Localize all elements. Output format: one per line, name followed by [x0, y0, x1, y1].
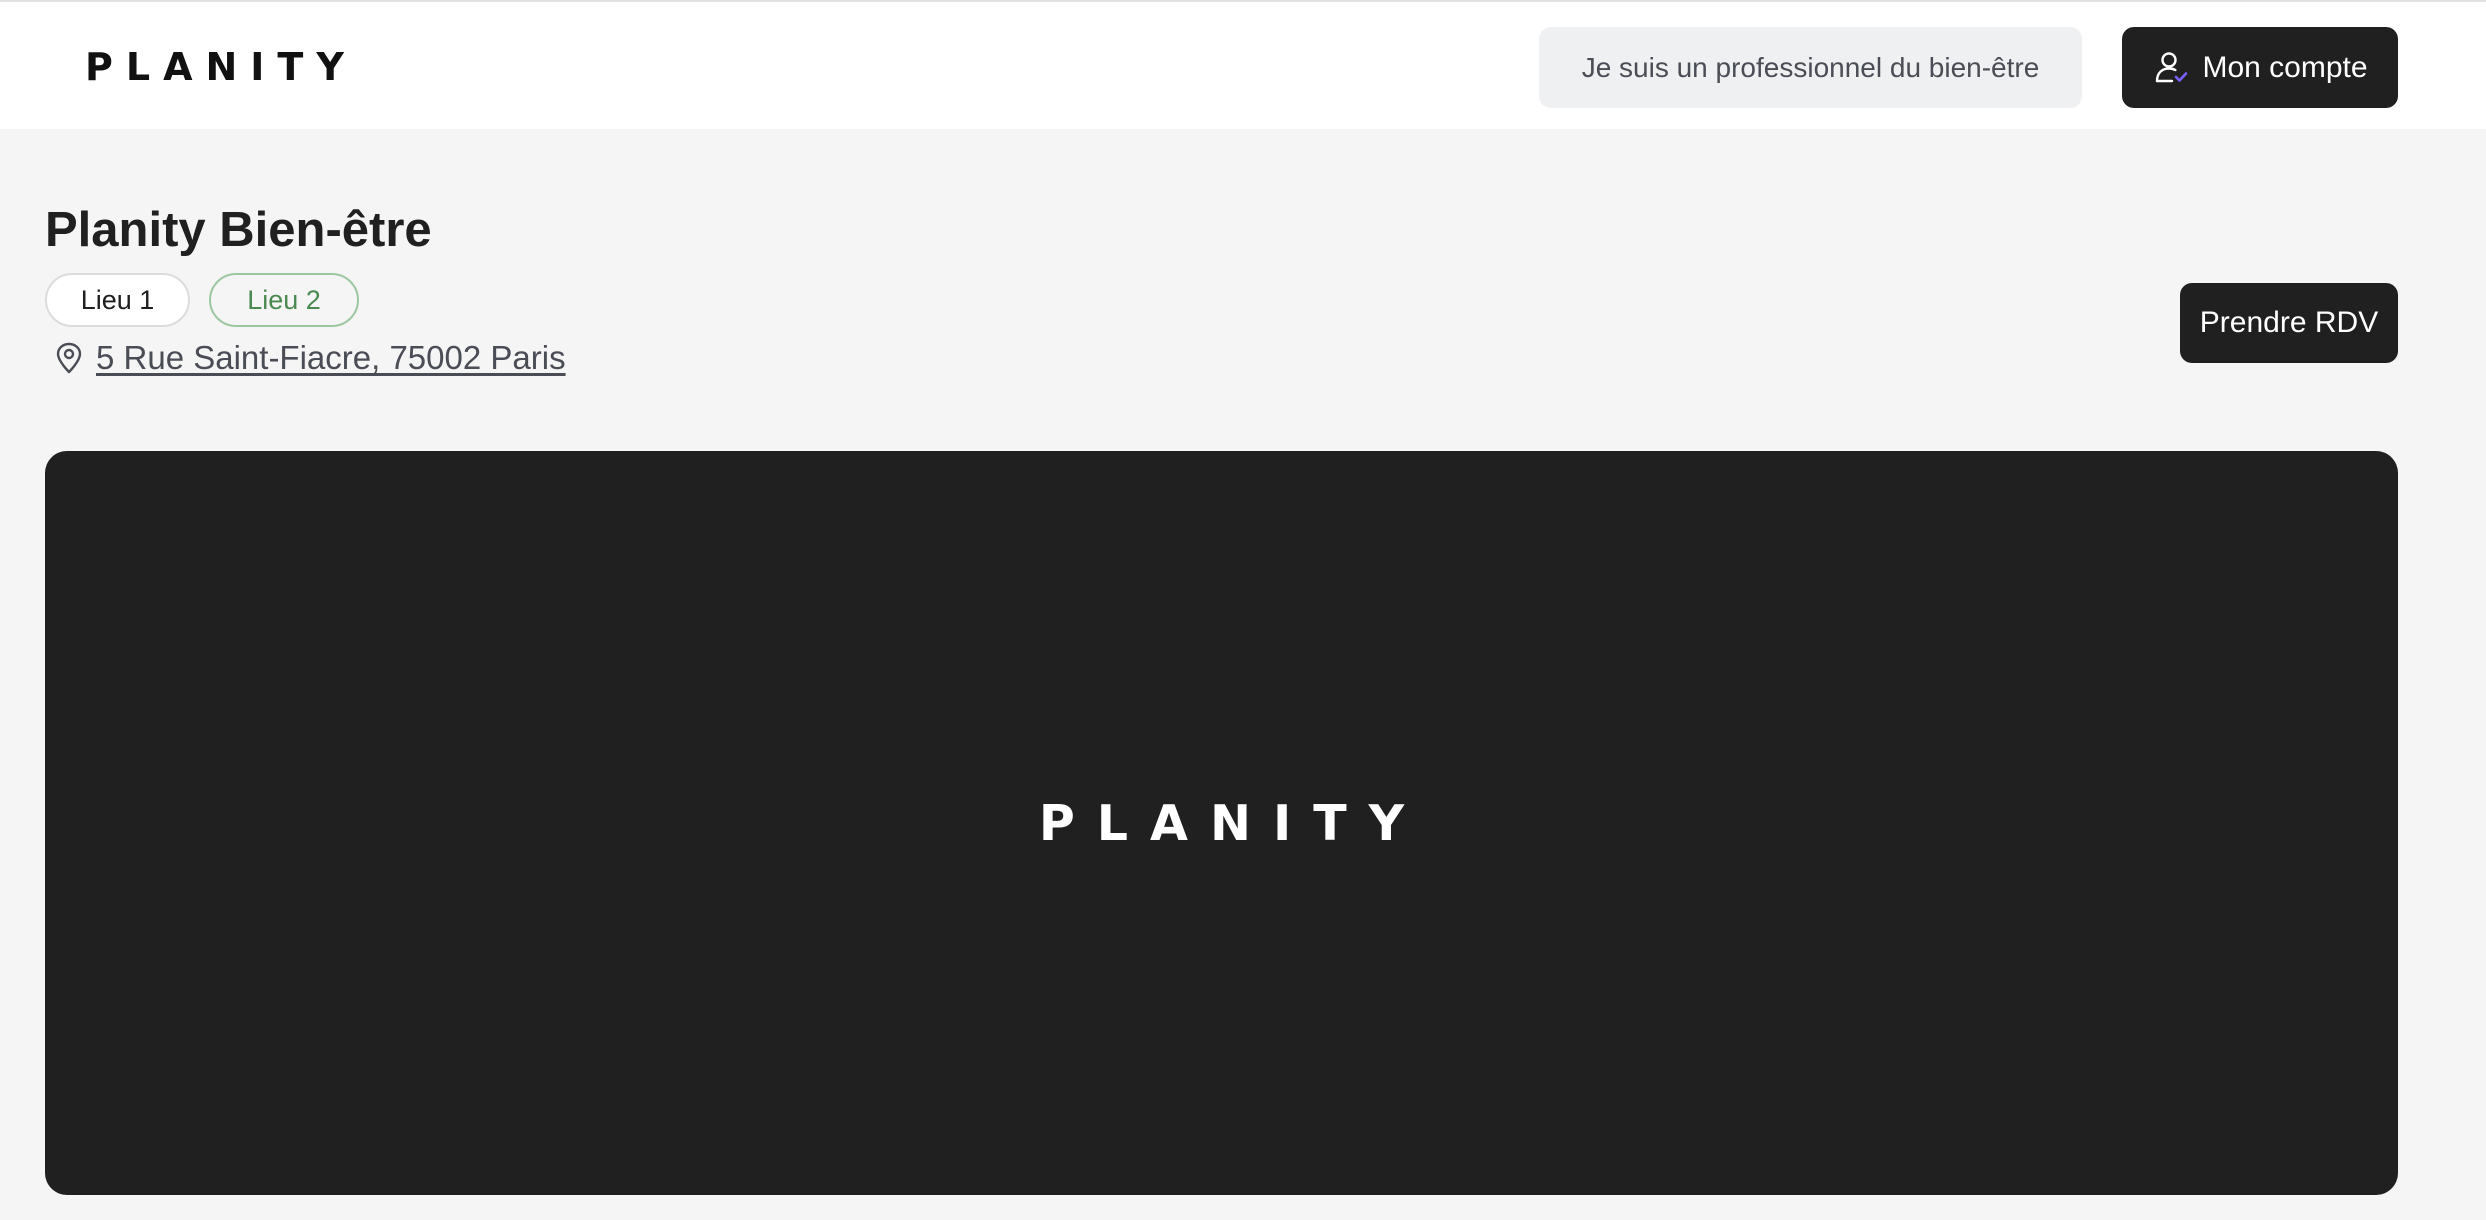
my-account-button[interactable]: Mon compte: [2122, 27, 2398, 108]
user-check-icon: [2152, 49, 2190, 87]
top-navigation-bar: PLANITY Je suis un professionnel du bien…: [0, 0, 2486, 129]
hero-planity-logo: PLANITY: [1038, 794, 1427, 852]
map-pin-icon: [52, 341, 86, 375]
book-appointment-button[interactable]: Prendre RDV: [2180, 283, 2398, 363]
pro-signup-button-label: Je suis un professionnel du bien-être: [1581, 51, 2040, 83]
address-line: 5 Rue Saint-Fiacre, 75002 Paris: [52, 336, 566, 380]
page-title: Planity Bien-être: [45, 203, 432, 257]
hero-banner: PLANITY: [45, 451, 2398, 1195]
planity-logo[interactable]: PLANITY: [85, 42, 357, 92]
my-account-button-label: Mon compte: [2202, 50, 2368, 84]
pro-signup-button[interactable]: Je suis un professionnel du bien-être: [1539, 27, 2082, 108]
location-tab-2[interactable]: Lieu 2: [209, 273, 359, 327]
book-appointment-button-label: Prendre RDV: [2199, 306, 2379, 339]
address-link[interactable]: 5 Rue Saint-Fiacre, 75002 Paris: [96, 339, 566, 377]
location-tab-1[interactable]: Lieu 1: [45, 273, 190, 327]
